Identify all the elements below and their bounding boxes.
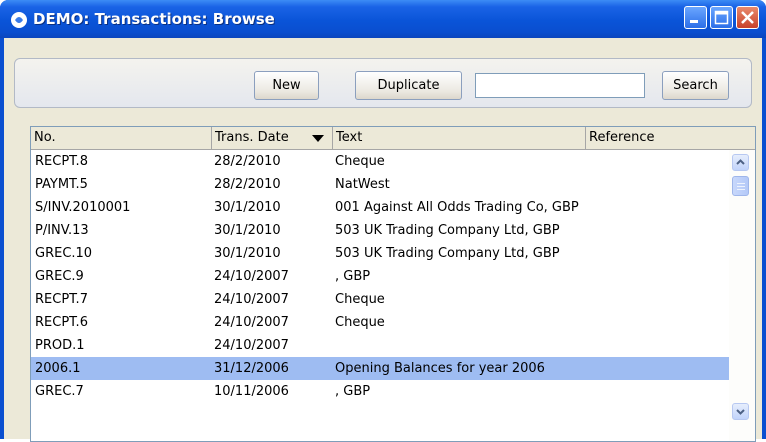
scroll-down-button[interactable] (732, 403, 749, 420)
cell-no: PROD.1 (35, 338, 85, 353)
cell-no: P/INV.13 (35, 223, 89, 238)
transactions-list[interactable]: No. Trans. Date Text Reference RECPT.8 2… (30, 126, 756, 442)
cell-text: , GBP (335, 384, 371, 399)
table-row[interactable]: GREC.9 24/10/2007 , GBP (31, 265, 729, 288)
cell-no: RECPT.7 (35, 292, 88, 307)
table-row[interactable]: S/INV.2010001 30/1/2010 001 Against All … (31, 196, 729, 219)
cell-no: GREC.7 (35, 384, 84, 399)
grip-line (737, 186, 745, 187)
table-row[interactable]: P/INV.13 30/1/2010 503 UK Trading Compan… (31, 219, 729, 242)
close-button[interactable] (736, 6, 759, 29)
table-row[interactable]: PAYMT.5 28/2/2010 NatWest (31, 173, 729, 196)
close-icon (741, 11, 754, 24)
search-input[interactable] (475, 73, 645, 98)
cell-trans-date: 30/1/2010 (214, 200, 281, 215)
cell-trans-date: 24/10/2007 (214, 315, 289, 330)
cell-trans-date: 28/2/2010 (214, 177, 281, 192)
cell-trans-date: 10/11/2006 (214, 384, 289, 399)
sort-descending-icon (312, 135, 324, 142)
cell-no: RECPT.8 (35, 154, 88, 169)
table-row[interactable]: RECPT.8 28/2/2010 Cheque (31, 150, 729, 173)
column-header-trans-date-label: Trans. Date (215, 130, 289, 145)
cell-trans-date: 30/1/2010 (214, 246, 281, 261)
column-header-reference[interactable]: Reference (586, 127, 755, 149)
cell-trans-date: 31/12/2006 (214, 361, 289, 376)
new-button[interactable]: New (254, 71, 319, 100)
column-header-text[interactable]: Text (333, 127, 586, 149)
cell-text: 503 UK Trading Company Ltd, GBP (335, 246, 560, 261)
cell-text: 503 UK Trading Company Ltd, GBP (335, 223, 560, 238)
list-header: No. Trans. Date Text Reference (31, 127, 755, 150)
cell-trans-date: 24/10/2007 (214, 292, 289, 307)
cell-text: NatWest (335, 177, 390, 192)
cell-text: Cheque (335, 154, 385, 169)
table-row-selected[interactable]: 2006.1 31/12/2006 Opening Balances for y… (31, 357, 729, 380)
transactions-browse-window: DEMO: Transactions: Browse New Duplicate… (0, 0, 766, 442)
cell-no: S/INV.2010001 (35, 200, 131, 215)
cell-text: Cheque (335, 315, 385, 330)
table-row[interactable]: GREC.10 30/1/2010 503 UK Trading Company… (31, 242, 729, 265)
table-row[interactable]: PROD.1 24/10/2007 (31, 334, 729, 357)
grip-line (737, 183, 745, 184)
cell-text: Cheque (335, 292, 385, 307)
cell-no: GREC.10 (35, 246, 93, 261)
button-bar: New Duplicate Search (14, 58, 752, 108)
maximize-button[interactable] (710, 6, 733, 29)
minimize-button[interactable] (684, 6, 707, 29)
cell-trans-date: 30/1/2010 (214, 223, 281, 238)
title-bar[interactable]: DEMO: Transactions: Browse (0, 0, 766, 38)
table-row[interactable]: RECPT.6 24/10/2007 Cheque (31, 311, 729, 334)
maximize-icon (714, 10, 729, 25)
grip-line (737, 189, 745, 190)
chevron-up-icon (736, 159, 745, 165)
duplicate-button[interactable]: Duplicate (355, 71, 462, 100)
column-header-trans-date[interactable]: Trans. Date (212, 127, 333, 149)
cell-no: 2006.1 (35, 361, 81, 376)
window-client-area: New Duplicate Search No. Trans. Date Tex… (4, 38, 762, 442)
cell-text: 001 Against All Odds Trading Co, GBP (335, 200, 579, 215)
cell-text: , GBP (335, 269, 371, 284)
cell-trans-date: 24/10/2007 (214, 338, 289, 353)
cell-trans-date: 28/2/2010 (214, 154, 281, 169)
chevron-down-icon (736, 409, 745, 415)
cell-no: GREC.9 (35, 269, 84, 284)
scroll-thumb[interactable] (732, 176, 749, 196)
cell-trans-date: 24/10/2007 (214, 269, 289, 284)
table-row[interactable]: RECPT.7 24/10/2007 Cheque (31, 288, 729, 311)
app-icon (11, 12, 27, 28)
window-title: DEMO: Transactions: Browse (33, 10, 275, 28)
scroll-up-button[interactable] (732, 154, 749, 171)
cell-no: RECPT.6 (35, 315, 88, 330)
column-header-no[interactable]: No. (31, 127, 212, 149)
list-rows: RECPT.8 28/2/2010 Cheque PAYMT.5 28/2/20… (31, 150, 729, 403)
cell-text: Opening Balances for year 2006 (335, 361, 545, 376)
table-row[interactable]: GREC.7 10/11/2006 , GBP (31, 380, 729, 403)
minimize-icon (690, 20, 698, 23)
cell-no: PAYMT.5 (35, 177, 88, 192)
vertical-scrollbar[interactable] (729, 150, 755, 441)
search-button[interactable]: Search (662, 71, 729, 100)
